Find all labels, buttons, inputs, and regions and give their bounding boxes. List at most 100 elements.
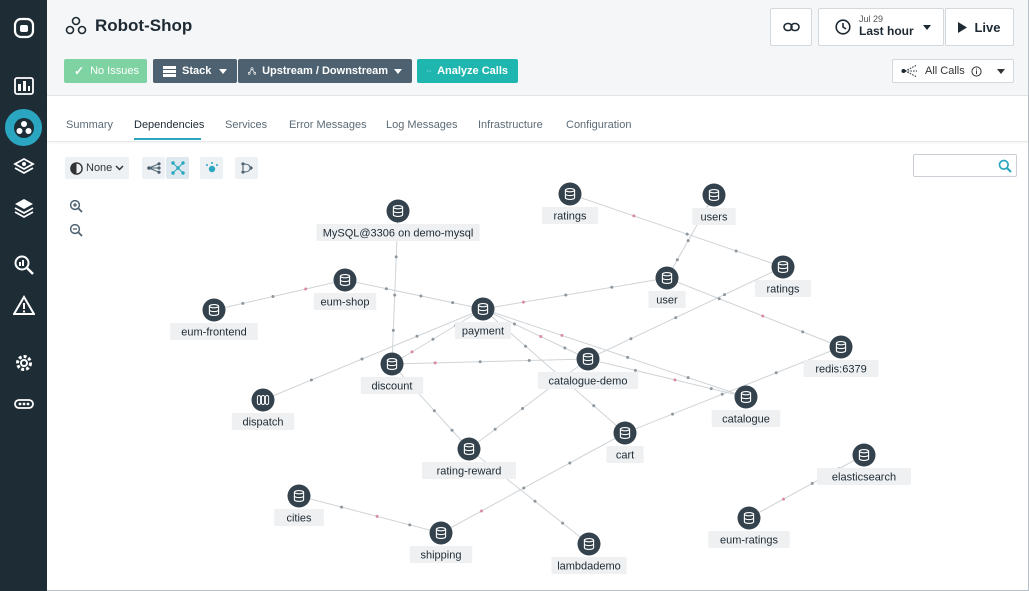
call-marker xyxy=(304,287,308,291)
upstream-downstream-dropdown[interactable]: Upstream / Downstream xyxy=(238,59,412,83)
node-eum-ratings[interactable]: eum-ratings xyxy=(708,506,790,549)
analytics-search-icon[interactable] xyxy=(8,249,39,280)
node-ratings-top[interactable]: ratings xyxy=(541,182,599,225)
tab-services[interactable]: Services xyxy=(225,119,267,131)
node-label: ratings xyxy=(553,211,587,223)
edge-user-payment[interactable] xyxy=(482,277,668,310)
node-mysql[interactable]: MySQL@3306 on demo-mysql xyxy=(316,199,480,242)
all-calls-filter[interactable]: All Calls xyxy=(892,59,1014,83)
database-icon xyxy=(655,266,679,290)
database-icon xyxy=(613,421,637,445)
chevron-down-icon xyxy=(394,68,402,74)
applications-icon[interactable] xyxy=(5,109,42,146)
call-marker xyxy=(513,322,516,326)
services-stack-icon[interactable] xyxy=(8,151,39,182)
call-marker xyxy=(309,378,313,382)
call-marker xyxy=(734,249,738,253)
chevron-down-icon xyxy=(923,24,931,30)
call-marker xyxy=(360,357,364,361)
edge-ratings-catalogue_demo[interactable] xyxy=(587,266,784,360)
more-options-icon[interactable] xyxy=(8,388,39,419)
call-marker xyxy=(384,287,388,291)
check-icon: ✓ xyxy=(74,64,85,78)
node-user[interactable]: user xyxy=(648,266,686,309)
database-icon xyxy=(737,506,761,530)
edge-ratings_top-ratings[interactable] xyxy=(569,193,784,268)
share-link-button[interactable] xyxy=(770,8,812,46)
stack-dropdown[interactable]: Stack xyxy=(153,59,237,83)
call-marker xyxy=(527,359,531,362)
database-icon xyxy=(576,347,600,371)
no-issues-button[interactable]: ✓ No Issues xyxy=(64,59,147,83)
chevron-down-icon xyxy=(219,68,227,74)
node-label: redis:6379 xyxy=(815,364,866,376)
instana-logo-icon[interactable] xyxy=(8,12,39,43)
node-discount[interactable]: discount xyxy=(360,352,424,395)
call-marker xyxy=(626,355,630,359)
tab-summary[interactable]: Summary xyxy=(66,119,113,131)
sidebar xyxy=(0,0,47,591)
call-marker xyxy=(671,412,675,416)
edge-catalogue_demo-discount[interactable] xyxy=(391,358,589,365)
link-icon xyxy=(782,22,800,32)
call-marker xyxy=(563,346,567,350)
edge-user-redis[interactable] xyxy=(666,277,842,348)
node-catalogue-demo[interactable]: catalogue-demo xyxy=(537,347,639,390)
play-icon xyxy=(958,21,968,33)
upstream-downstream-label: Upstream / Downstream xyxy=(262,65,388,77)
stack-label: Stack xyxy=(182,65,212,77)
call-marker xyxy=(521,300,525,304)
live-button[interactable]: Live xyxy=(945,8,1014,46)
call-marker xyxy=(686,239,690,243)
stack-icon xyxy=(163,65,176,77)
call-marker xyxy=(629,337,633,341)
call-marker xyxy=(340,505,344,509)
node-label: cart xyxy=(616,450,634,462)
node-eum-frontend[interactable]: eum-frontend xyxy=(170,298,258,341)
tab-dependencies[interactable]: Dependencies xyxy=(134,119,204,131)
call-marker xyxy=(451,301,455,305)
node-dispatch[interactable]: dispatch xyxy=(231,388,295,431)
call-marker xyxy=(271,295,275,298)
call-marker xyxy=(810,481,814,485)
tab-infrastructure[interactable]: Infrastructure xyxy=(478,119,543,131)
node-label: eum-frontend xyxy=(181,327,246,339)
node-label: user xyxy=(656,295,678,307)
edge-eum_ratings-elasticsearch[interactable] xyxy=(748,454,865,519)
call-marker xyxy=(479,509,483,513)
tab-configuration[interactable]: Configuration xyxy=(566,119,631,131)
edge-users-user[interactable] xyxy=(666,194,715,279)
infrastructure-icon[interactable] xyxy=(8,192,39,223)
call-marker xyxy=(432,409,436,413)
time-range-label: Last hour xyxy=(859,24,914,39)
time-range-picker[interactable]: Jul 29 Last hour xyxy=(818,8,944,46)
database-icon xyxy=(202,298,226,322)
alert-icon[interactable] xyxy=(8,290,39,321)
tab-log-messages[interactable]: Log Messages xyxy=(386,119,458,131)
call-marker xyxy=(560,333,564,337)
call-marker xyxy=(709,387,713,391)
node-rating-reward[interactable]: rating-reward xyxy=(422,437,516,480)
edge-discount-rating_reward[interactable] xyxy=(391,363,470,450)
call-marker xyxy=(675,258,679,262)
dashboard-icon[interactable] xyxy=(8,70,39,101)
node-eum-shop[interactable]: eum-shop xyxy=(313,268,377,311)
call-marker xyxy=(685,232,689,236)
call-marker xyxy=(561,521,565,525)
dependency-tree-icon xyxy=(248,67,257,75)
call-marker xyxy=(415,334,419,338)
node-users[interactable]: users xyxy=(692,183,736,226)
call-marker xyxy=(717,297,721,301)
analyze-calls-button[interactable]: Analyze Calls xyxy=(417,59,518,83)
call-marker xyxy=(686,376,690,380)
tab-error-messages[interactable]: Error Messages xyxy=(289,119,367,131)
node-redis[interactable]: redis:6379 xyxy=(803,335,879,378)
node-elasticsearch[interactable]: elasticsearch xyxy=(817,443,911,486)
calls-icon xyxy=(427,70,431,72)
node-lambdademo[interactable]: lambdademo xyxy=(551,532,627,575)
call-marker xyxy=(633,368,637,372)
database-icon xyxy=(852,443,876,467)
settings-gear-icon[interactable] xyxy=(8,347,39,378)
node-cities[interactable]: cities xyxy=(274,484,324,527)
call-marker xyxy=(522,486,526,490)
